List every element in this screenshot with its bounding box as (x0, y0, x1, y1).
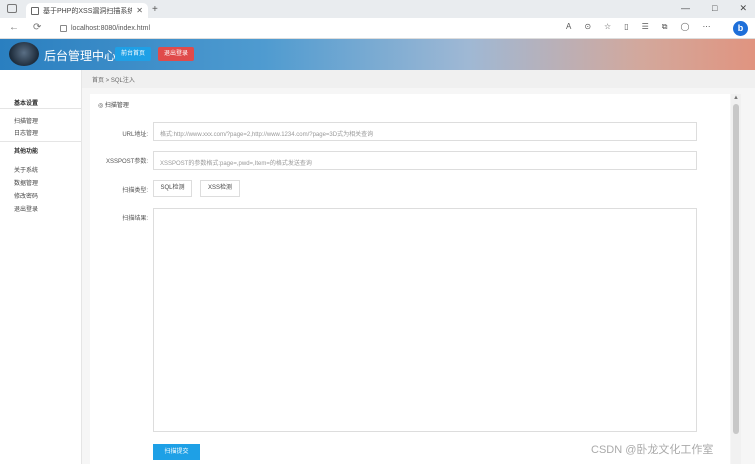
sidebar: 基本设置 扫描管理 日志管理 其他功能 关于系统 数据管理 修改密码 退出登录 (0, 70, 82, 464)
browser-toolbar: A ⊙ ☆ ▯ ☰ ⧉ ◯ ⋯ (566, 22, 710, 32)
submit-button[interactable]: 扫描提交 (153, 444, 200, 460)
url-field[interactable]: localhost:8080/index.html (60, 21, 605, 36)
url-label: URL地址: (122, 132, 148, 138)
sql-scan-button[interactable]: SQL检测 (153, 180, 192, 197)
browser-tab-bar: 基于PHP的XSS漏洞扫描系统 ✕ + — □ ✕ (0, 0, 755, 18)
xss-post-label: XSSPOST参数: (105, 159, 148, 165)
watermark: CSDN @卧龙文化工作室 (591, 444, 714, 456)
app-header: 后台管理中心 前台首页 退出登录 (0, 39, 755, 70)
sidebar-item-password[interactable]: 修改密码 (14, 191, 38, 200)
scan-form-panel: ◎ 扫描管理 URL地址: 格式:http://www.xxx.com/?pag… (90, 94, 730, 464)
close-window-icon[interactable]: ✕ (739, 3, 747, 14)
zoom-icon[interactable]: ⊙ (584, 22, 591, 32)
scrollbar-thumb[interactable] (733, 104, 739, 434)
scroll-up-icon[interactable]: ▲ (733, 95, 739, 101)
new-tab-button[interactable]: + (152, 4, 158, 15)
sidebar-item-scan[interactable]: 扫描管理 (14, 116, 38, 125)
address-bar-row: ← ⟳ localhost:8080/index.html A ⊙ ☆ ▯ ☰ … (0, 18, 755, 39)
sidebar-item-log[interactable]: 日志管理 (14, 128, 38, 137)
panel-title: ◎ 扫描管理 (98, 103, 129, 109)
more-icon[interactable]: ⋯ (702, 22, 710, 32)
sidebar-group-basic[interactable]: 基本设置 (14, 98, 38, 107)
collections-icon[interactable]: ⧉ (662, 22, 668, 32)
divider (0, 108, 82, 109)
result-label: 扫描结果: (122, 216, 148, 222)
minimize-icon[interactable]: — (681, 3, 690, 14)
browser-tab[interactable]: 基于PHP的XSS漏洞扫描系统 ✕ (26, 3, 148, 18)
tab-title: 基于PHP的XSS漏洞扫描系统 (43, 7, 133, 15)
sidebar-item-about[interactable]: 关于系统 (14, 165, 38, 174)
scan-result-textarea[interactable] (153, 208, 697, 432)
close-tab-icon[interactable]: ✕ (136, 6, 143, 15)
sidebar-group-other[interactable]: 其他功能 (14, 146, 38, 155)
copilot-icon[interactable]: b (733, 21, 748, 36)
xss-scan-button[interactable]: XSS检测 (200, 180, 240, 197)
profile-icon[interactable]: ◯ (681, 22, 690, 32)
site-info-icon[interactable] (60, 25, 67, 32)
reload-icon[interactable]: ⟳ (33, 22, 41, 33)
page-favicon-icon (31, 6, 39, 15)
sidebar-item-data[interactable]: 数据管理 (14, 178, 38, 187)
app-title: 后台管理中心 (44, 49, 117, 63)
home-button[interactable]: 前台首页 (115, 47, 151, 61)
read-aloud-icon[interactable]: A (566, 22, 571, 32)
breadcrumb: 首页 > SQL注入 (92, 78, 135, 84)
scan-type-label: 扫描类型: (122, 188, 148, 194)
divider (0, 141, 82, 142)
url-input[interactable]: 格式:http://www.xxx.com/?page=2,http://www… (153, 122, 697, 141)
back-icon[interactable]: ← (9, 22, 19, 33)
split-screen-icon[interactable]: ▯ (624, 22, 628, 32)
logout-button[interactable]: 退出登录 (158, 47, 194, 61)
favorite-icon[interactable]: ☆ (604, 22, 611, 32)
xss-post-input[interactable]: XSSPOST的参数格式:page=,pwd=,Item=的格式发送查询 (153, 151, 697, 170)
sidebar-item-exit[interactable]: 退出登录 (14, 204, 38, 213)
favorites-list-icon[interactable]: ☰ (642, 22, 649, 32)
scrollbar[interactable]: ▲ (731, 94, 741, 464)
tab-actions-icon[interactable] (7, 4, 17, 13)
logo (9, 42, 39, 66)
main-content: ◎ 扫描管理 URL地址: 格式:http://www.xxx.com/?pag… (82, 88, 755, 464)
maximize-icon[interactable]: □ (712, 3, 717, 14)
window-controls: — □ ✕ (681, 3, 747, 14)
url-text: localhost:8080/index.html (71, 25, 150, 32)
breadcrumb-bar: 首页 > SQL注入 (82, 70, 755, 88)
